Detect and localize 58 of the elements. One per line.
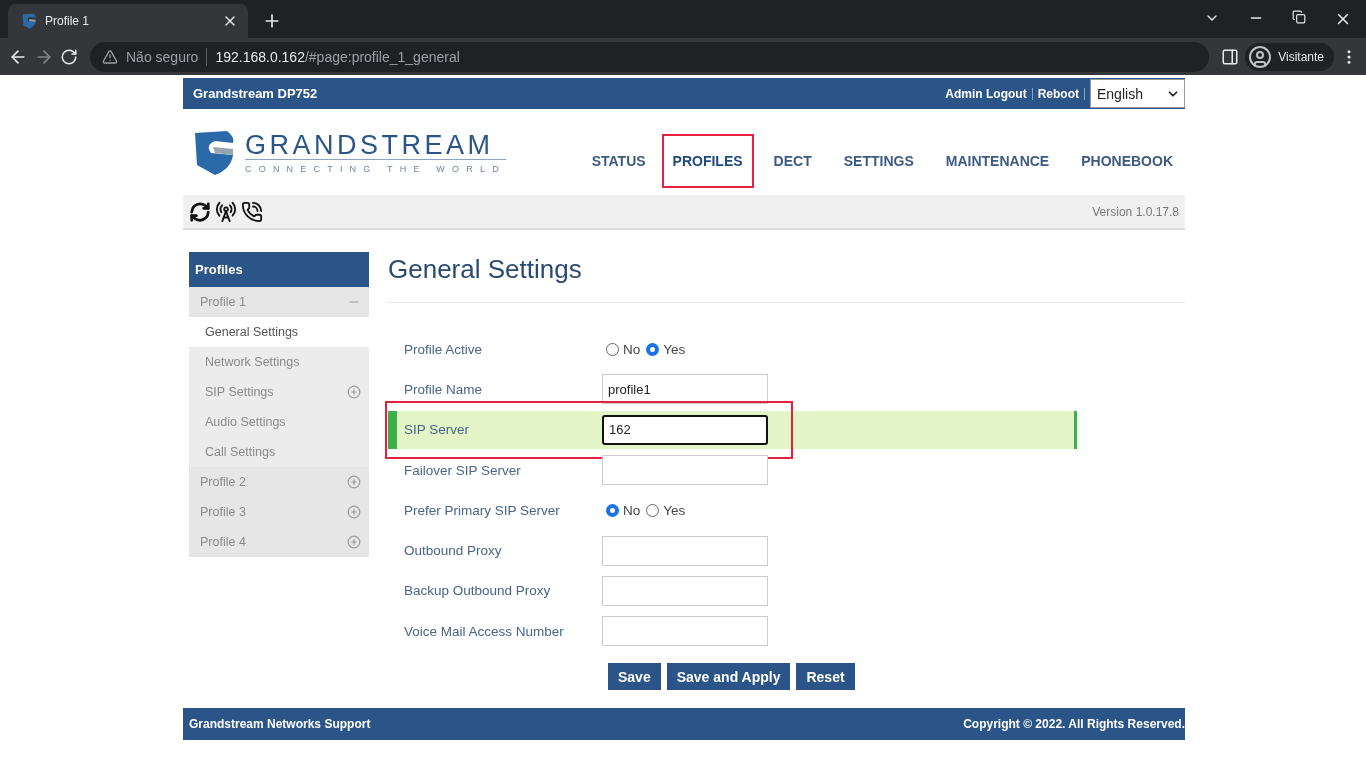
action-button[interactable]: Save	[608, 663, 661, 691]
nav-tab[interactable]: PROFILES	[661, 134, 754, 188]
page-title: General Settings	[388, 254, 1185, 303]
sidebar-header: Profiles	[189, 252, 369, 287]
input-field[interactable]	[602, 535, 768, 566]
security-label: Não seguro	[126, 48, 199, 65]
input-field[interactable]	[602, 455, 768, 486]
action-button[interactable]: Save and Apply	[666, 663, 791, 691]
language-select[interactable]: English	[1090, 79, 1185, 108]
nav-tab[interactable]: DECT	[761, 134, 824, 188]
radio-button[interactable]	[606, 342, 619, 356]
nav-tab[interactable]: PHONEBOOK	[1069, 134, 1185, 188]
input-field[interactable]: 162	[602, 414, 768, 445]
field-label: Outbound Proxy	[403, 543, 503, 559]
logo-tagline: CONNECTING THE WORLD	[245, 163, 506, 174]
nav-tab[interactable]: SETTINGS	[831, 134, 926, 188]
header-link[interactable]: Admin Logout	[945, 86, 1027, 101]
header-link[interactable]: Reboot	[1037, 86, 1079, 101]
radio-label: No	[623, 502, 641, 518]
tab-title: Profile 1	[45, 14, 91, 28]
footer-text: Grandstream Networks Support	[189, 717, 371, 731]
phone-icon[interactable]	[241, 200, 263, 223]
input-field[interactable]	[602, 616, 768, 647]
nav-tab[interactable]: MAINTENANCE	[933, 134, 1062, 188]
nav-tab[interactable]: STATUS	[579, 134, 658, 188]
url-text: 192.168.0.162/#page:profile_1_general	[215, 48, 460, 65]
logo-icon	[22, 13, 37, 29]
antenna-icon[interactable]	[215, 200, 237, 223]
version-text: Version 1.0.17.8	[1092, 204, 1179, 219]
field-label: Backup Outbound Proxy	[403, 583, 552, 599]
browser-tab[interactable]: Profile 1	[8, 4, 248, 38]
radio-button[interactable]	[646, 342, 660, 356]
expand-icon[interactable]	[347, 385, 361, 399]
side-panel-icon[interactable]	[1221, 47, 1240, 66]
refresh-icon[interactable]	[189, 200, 211, 223]
field-label: Prefer Primary SIP Server	[403, 502, 561, 518]
device-title: Grandstream DP752	[193, 86, 318, 101]
warning-icon	[102, 48, 118, 65]
profile-button[interactable]: Visitante	[1245, 42, 1334, 71]
logo-name: GRANDSTREAM	[245, 130, 506, 160]
radio-button[interactable]	[646, 503, 660, 517]
address-bar[interactable]: Não seguro 192.168.0.162/#page:profile_1_general	[90, 41, 1210, 72]
restore-icon[interactable]	[1292, 10, 1306, 24]
field-label: Profile Active	[403, 341, 484, 357]
radio-label: Yes	[663, 341, 686, 357]
reload-icon[interactable]	[60, 47, 78, 66]
avatar-icon	[1248, 44, 1273, 69]
radio-button[interactable]	[606, 503, 619, 517]
radio-label: No	[623, 341, 641, 357]
field-label: Failover SIP Server	[403, 462, 522, 478]
field-label: SIP Server	[403, 422, 471, 438]
copyright-text: Copyright © 2022. All Rights Reserved.	[963, 717, 1185, 731]
input-field[interactable]: profile1	[602, 374, 768, 405]
action-button[interactable]: Reset	[796, 663, 855, 691]
field-label: Voice Mail Access Number	[403, 623, 565, 639]
input-field[interactable]	[602, 575, 768, 606]
field-label: Profile Name	[403, 381, 484, 397]
radio-label: Yes	[663, 502, 686, 518]
